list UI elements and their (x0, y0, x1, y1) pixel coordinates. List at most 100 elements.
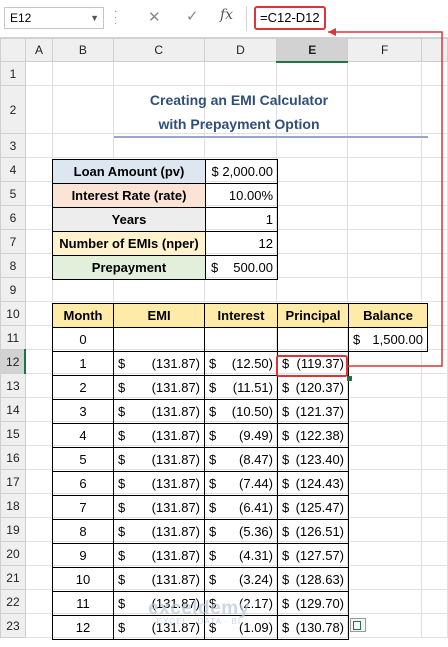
row-header-11[interactable]: 11 (0, 325, 26, 350)
insert-function-icon[interactable]: fx (220, 7, 233, 23)
grid-cell[interactable] (421, 229, 448, 254)
grid-cell[interactable] (276, 157, 349, 182)
row-header-18[interactable]: 18 (0, 493, 26, 518)
cell-balance[interactable] (349, 592, 428, 616)
cell-interest[interactable]: $ (5.36) (204, 519, 278, 544)
row-header-23[interactable]: 23 (0, 613, 26, 638)
grid-cell[interactable] (24, 229, 53, 254)
row-header-7[interactable]: 7 (0, 229, 26, 254)
grid-cell[interactable] (24, 61, 53, 86)
fill-handle[interactable] (347, 376, 352, 381)
grid-cell[interactable] (24, 277, 53, 302)
cell-balance[interactable] (349, 472, 428, 496)
cell-month[interactable]: 5 (52, 447, 114, 472)
cell-month[interactable]: 0 (52, 327, 114, 352)
chevron-down-icon[interactable]: ▼ (90, 8, 99, 28)
grid-cell[interactable] (347, 157, 423, 182)
row-header-6[interactable]: 6 (0, 205, 26, 230)
row-header-8[interactable]: 8 (0, 253, 26, 278)
cell-principal[interactable]: $ (127.57) (277, 543, 349, 568)
cell-month[interactable]: 1 (52, 351, 114, 376)
row-header-10[interactable]: 10 (0, 301, 26, 326)
grid-cell[interactable] (24, 541, 53, 566)
name-box[interactable]: E12 ▼ (4, 7, 104, 29)
cell-month[interactable]: 10 (52, 567, 114, 592)
cell-balance[interactable] (349, 400, 428, 424)
cell-principal[interactable]: $ (121.37) (277, 399, 349, 424)
input-value-cell[interactable]: $500.00 (206, 256, 277, 279)
grid-cell[interactable] (112, 277, 205, 302)
grid-cell[interactable] (24, 181, 53, 206)
cell-balance[interactable] (349, 376, 428, 400)
active-cell-highlight[interactable] (276, 355, 348, 377)
cell-month[interactable]: 4 (52, 423, 114, 448)
grid-cell[interactable] (276, 229, 349, 254)
grid-cell[interactable] (24, 517, 53, 542)
cell-emi[interactable] (113, 327, 205, 352)
grid-cell[interactable] (51, 61, 114, 86)
row-header-16[interactable]: 16 (0, 445, 26, 470)
cell-interest[interactable]: $ (8.47) (204, 447, 278, 472)
grid-cell[interactable] (203, 277, 278, 302)
row-header-22[interactable]: 22 (0, 589, 26, 614)
row-header-17[interactable]: 17 (0, 469, 26, 494)
grid-cell[interactable] (276, 277, 349, 302)
cell-emi[interactable]: $ (131.87) (113, 399, 205, 424)
row-header-15[interactable]: 15 (0, 421, 26, 446)
cell-interest[interactable]: $ (6.41) (204, 495, 278, 520)
column-header-d[interactable]: D (203, 38, 278, 62)
cell-interest[interactable]: $ (11.51) (204, 375, 278, 400)
grid-cell[interactable] (24, 325, 53, 350)
column-header-b[interactable]: B (51, 38, 114, 62)
grid-cell[interactable] (24, 133, 53, 158)
row-header-1[interactable]: 1 (0, 61, 26, 86)
cell-principal[interactable]: $ (125.47) (277, 495, 349, 520)
cell-balance[interactable] (349, 520, 428, 544)
cell-balance[interactable] (349, 544, 428, 568)
row-header-2[interactable]: 2 (0, 85, 26, 134)
cell-emi[interactable]: $ (131.87) (113, 519, 205, 544)
grid-cell[interactable] (51, 85, 114, 134)
grid-cell[interactable] (24, 469, 53, 494)
row-header-4[interactable]: 4 (0, 157, 26, 182)
cell-principal[interactable]: $ (130.78) (277, 615, 349, 640)
grid-cell[interactable] (24, 157, 53, 182)
cell-principal[interactable]: $ (122.38) (277, 423, 349, 448)
cell-emi[interactable]: $ (131.87) (113, 495, 205, 520)
row-header-21[interactable]: 21 (0, 565, 26, 590)
grid-cell[interactable] (203, 61, 278, 86)
cell-emi[interactable]: $ (131.87) (113, 567, 205, 592)
formula-text[interactable]: =C12-D12 (254, 6, 326, 30)
grid-cell[interactable] (24, 445, 53, 470)
row-header-3[interactable]: 3 (0, 133, 26, 158)
grid-cell[interactable] (421, 205, 448, 230)
column-header-e[interactable]: E (276, 38, 349, 63)
grid-cell[interactable] (421, 61, 448, 86)
cell-interest[interactable]: $ (3.24) (204, 567, 278, 592)
cell-balance[interactable] (349, 568, 428, 592)
cell-interest[interactable]: $ (7.44) (204, 471, 278, 496)
select-all-corner[interactable] (0, 38, 26, 62)
grid-cell[interactable] (24, 373, 53, 398)
cell-balance[interactable]: $1,500.00 (348, 327, 428, 352)
column-header-a[interactable]: A (24, 38, 53, 62)
cell-balance[interactable] (349, 496, 428, 520)
row-header-9[interactable]: 9 (0, 277, 26, 302)
grid-cell[interactable] (24, 397, 53, 422)
paste-options-icon[interactable] (350, 618, 366, 632)
cell-principal[interactable]: $ (126.51) (277, 519, 349, 544)
grid-cell[interactable] (24, 205, 53, 230)
grid-cell[interactable] (24, 301, 53, 326)
cell-emi[interactable]: $ (131.87) (113, 423, 205, 448)
grid-cell[interactable] (24, 565, 53, 590)
cell-principal[interactable]: $ (124.43) (277, 471, 349, 496)
cell-emi[interactable]: $ (131.87) (113, 375, 205, 400)
cell-principal[interactable]: $ (120.37) (277, 375, 349, 400)
input-value-cell[interactable]: 10.00% (206, 184, 277, 208)
cell-balance[interactable] (349, 352, 428, 376)
grid-cell[interactable] (24, 85, 53, 134)
cell-interest[interactable]: $ (12.50) (204, 351, 278, 376)
grid-cell[interactable] (51, 133, 114, 158)
cell-month[interactable]: 9 (52, 543, 114, 568)
cell-interest[interactable]: $ (10.50) (204, 399, 278, 424)
